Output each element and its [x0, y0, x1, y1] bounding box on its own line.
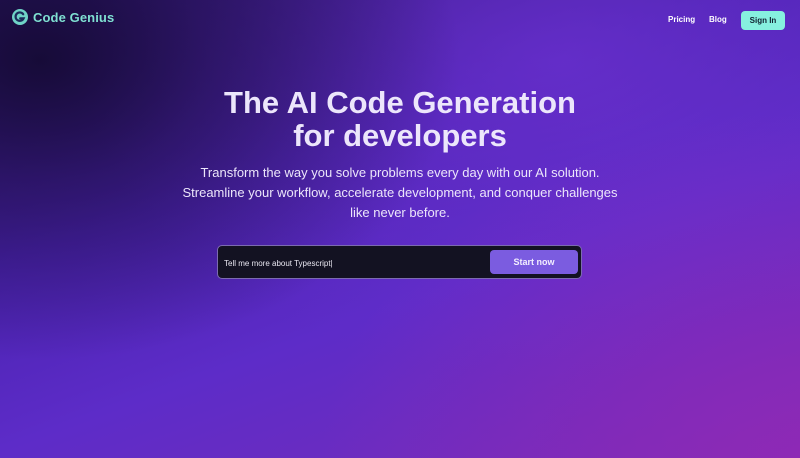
hero-subtitle-line-3: like never before.	[350, 205, 450, 220]
top-nav: Code Genius Pricing Blog Sign In	[0, 0, 800, 40]
sign-in-button[interactable]: Sign In	[741, 11, 785, 30]
brand-logo[interactable]: Code Genius	[12, 9, 114, 25]
nav-link-pricing[interactable]: Pricing	[668, 15, 695, 24]
prompt-form: Start now	[217, 245, 582, 279]
brand-name: Code Genius	[33, 9, 115, 25]
start-now-button[interactable]: Start now	[490, 250, 578, 274]
nav-link-blog[interactable]: Blog	[709, 15, 727, 24]
hero-title-line-1: The AI Code Generation	[224, 85, 576, 120]
hero-subtitle-line-1: Transform the way you solve problems eve…	[200, 165, 600, 180]
hero-title-line-2: for developers	[293, 118, 507, 153]
hero-subtitle-line-2: Streamline your workflow, accelerate dev…	[182, 185, 618, 200]
hero-subtitle: Transform the way you solve problems eve…	[170, 163, 630, 223]
hero-title: The AI Code Generation for developers	[0, 86, 800, 152]
g-logo-icon	[12, 9, 28, 25]
prompt-input[interactable]	[224, 255, 484, 271]
page-background: Code Genius Pricing Blog Sign In The AI …	[0, 0, 800, 458]
